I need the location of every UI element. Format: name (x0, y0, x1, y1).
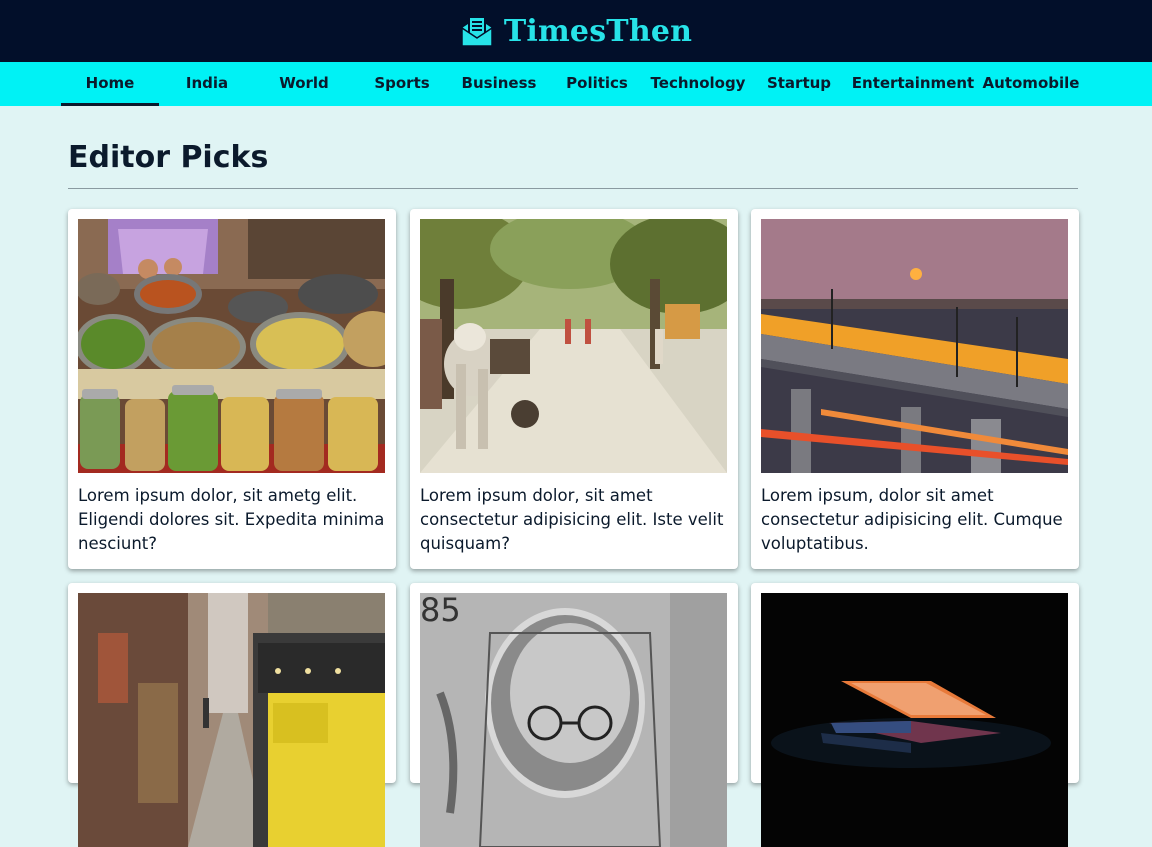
nav-technology[interactable]: Technology (648, 62, 748, 106)
nav-india[interactable]: India (163, 62, 251, 106)
nav-world[interactable]: World (260, 62, 348, 106)
banknote-portrait-photo: 85 (420, 593, 727, 847)
nav-entertainment[interactable]: Entertainment (850, 62, 976, 106)
category-nav: Home India World Sports Business Politic… (0, 62, 1152, 106)
article-card[interactable]: Lorem ipsum dolor, sit amet consectetur … (410, 209, 738, 569)
nav-home[interactable]: Home (61, 62, 159, 106)
article-headline[interactable]: Lorem ipsum, dolor sit amet consectetur … (761, 484, 1071, 556)
section-title: Editor Picks (68, 140, 269, 175)
site-name: TimesThen (503, 13, 693, 49)
nav-business[interactable]: Business (452, 62, 546, 106)
nav-startup[interactable]: Startup (758, 62, 840, 106)
ox-cart-road-photo (420, 219, 727, 473)
section-divider (68, 188, 1078, 189)
article-card[interactable]: Lorem ipsum dolor, sit ametg elit. Elige… (68, 209, 396, 569)
article-card[interactable]: Lorem ipsum, dolor sit amet consectetur … (751, 209, 1079, 569)
article-card[interactable] (68, 583, 396, 847)
site-logo[interactable]: TimesThen (460, 14, 692, 49)
spice-market-photo (78, 219, 385, 473)
laptop-dark-photo (761, 593, 1068, 847)
article-card[interactable] (751, 583, 1079, 847)
article-headline[interactable]: Lorem ipsum dolor, sit amet consectetur … (420, 484, 730, 556)
nav-politics[interactable]: Politics (552, 62, 642, 106)
night-train-bridge-photo (761, 219, 1068, 473)
site-header: TimesThen (0, 0, 1152, 62)
newspaper-envelope-icon (461, 16, 493, 47)
article-headline[interactable]: Lorem ipsum dolor, sit ametg elit. Elige… (78, 484, 388, 556)
narrow-street-rickshaw-photo (78, 593, 385, 847)
svg-text:85: 85 (420, 593, 461, 629)
nav-automobile[interactable]: Automobile (980, 62, 1082, 106)
nav-sports[interactable]: Sports (357, 62, 447, 106)
article-card[interactable]: 85 (410, 583, 738, 847)
